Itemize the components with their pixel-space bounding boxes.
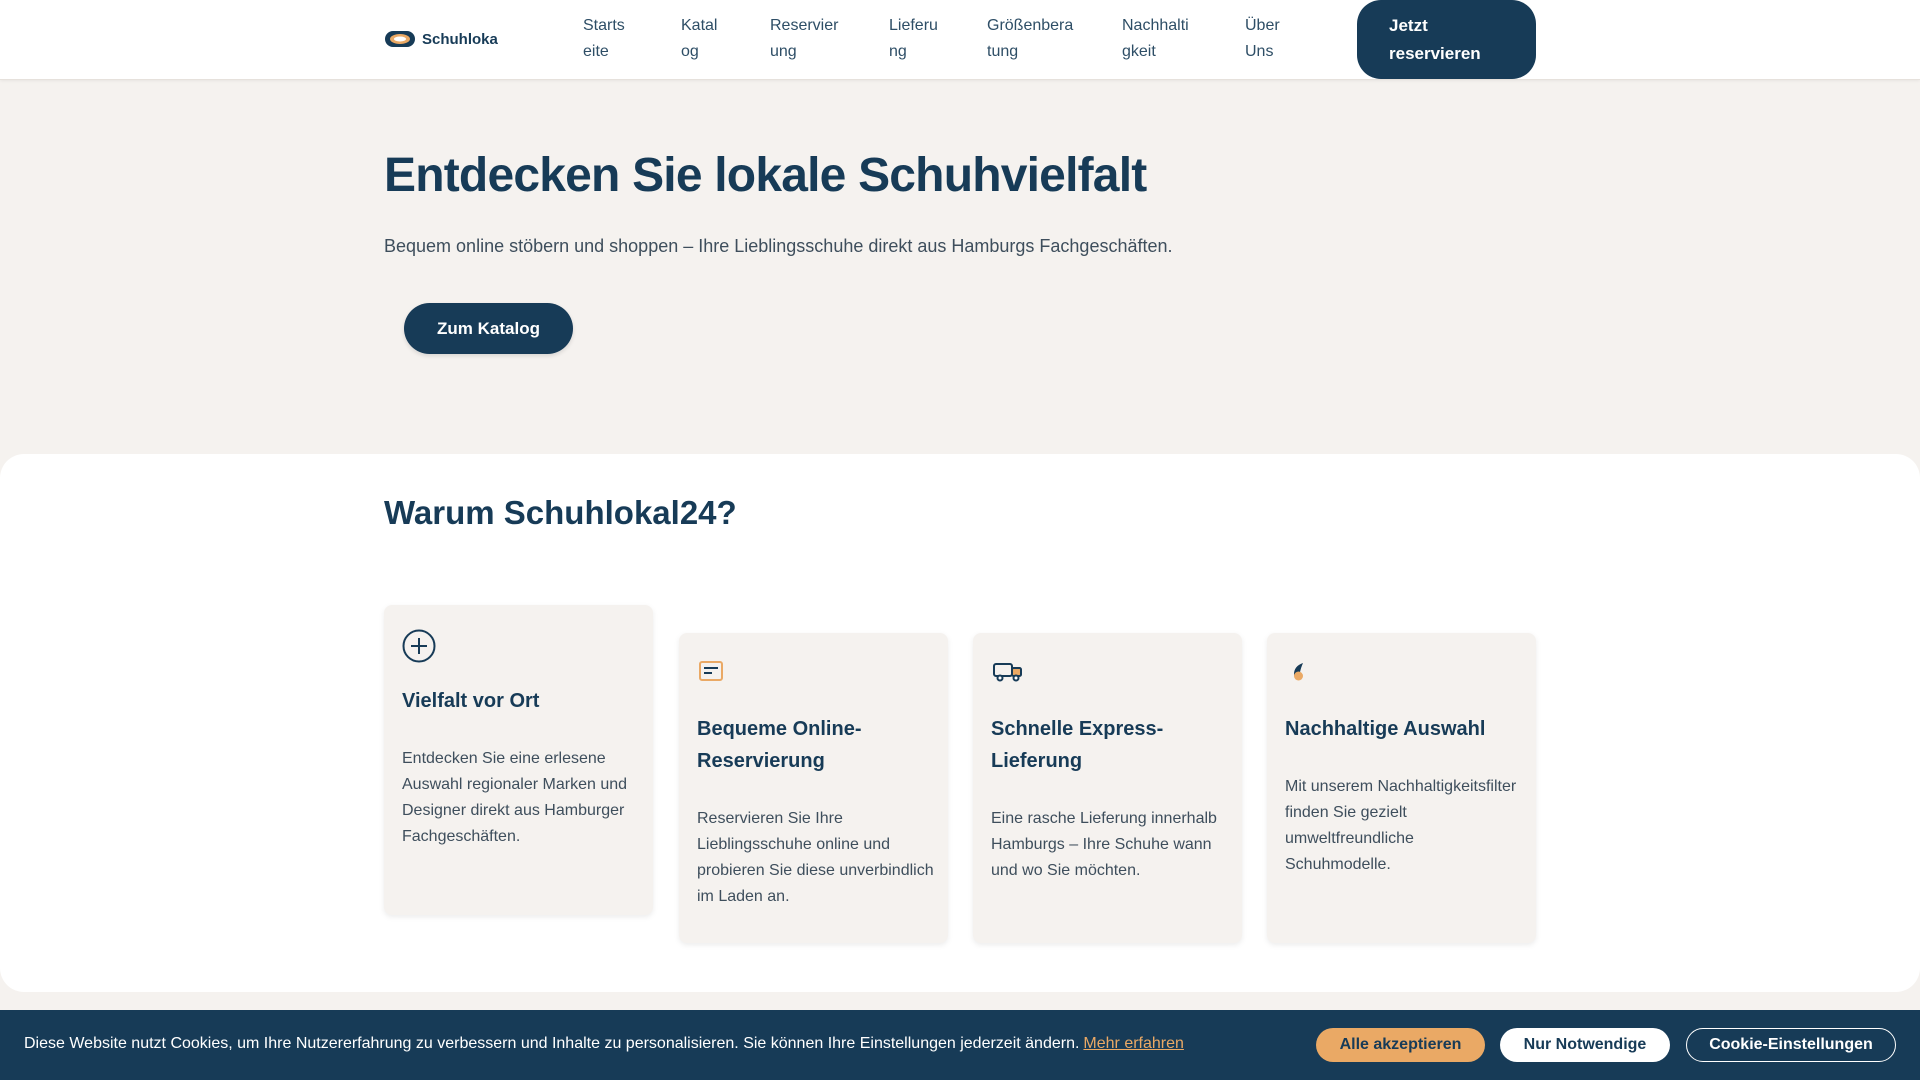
nav-item-nachhaltigkeit[interactable]: Nachhalti gkeit [1122,13,1189,65]
delivery-truck-icon [991,657,1025,685]
shoe-logo-icon [385,31,415,47]
catalog-button[interactable]: Zum Katalog [404,303,573,354]
hero-title: Entdecken Sie lokale Schuhvielfalt [384,149,1147,202]
nav-item-lieferung[interactable]: Lieferu ng [889,13,938,65]
feature-card-reservierung: Bequeme Online-Reservierung Reservieren … [679,633,948,943]
feature-card-title: Vielfalt vor Ort [402,690,540,712]
necessary-cookies-button[interactable]: Nur Notwendige [1500,1028,1670,1062]
plus-circle-icon [402,629,436,663]
reserve-now-button[interactable]: Jetzt reservieren [1357,0,1536,79]
feature-card-title: Schnelle Express-Lieferung [991,718,1164,772]
nav-item-startseite[interactable]: Starts eite [583,13,625,65]
feature-card-nachhaltig: Nachhaltige Auswahl Mit unserem Nachhalt… [1267,633,1536,943]
features-section: Warum Schuhlokal24? Vielfalt vor Ort Ent… [0,454,1920,992]
feature-card-text: Mit unserem Nachhaltigkeitsfilter finden… [1285,778,1517,873]
accept-all-cookies-button[interactable]: Alle akzeptieren [1316,1028,1485,1062]
feature-card-title: Bequeme Online-Reservierung [697,718,862,772]
nav-item-reservierung[interactable]: Reservier ung [770,13,838,65]
feature-card-text: Eine rasche Lieferung innerhalb Hamburgs… [991,810,1217,879]
feature-card-text: Reservieren Sie Ihre Lieblingsschuhe onl… [697,810,934,905]
feature-card-vielfalt: Vielfalt vor Ort Entdecken Sie eine erle… [384,605,653,915]
feature-card-title: Nachhaltige Auswahl [1285,718,1486,740]
feature-card-lieferung: Schnelle Express-Lieferung Eine rasche L… [973,633,1242,943]
nav-item-groessenberatung[interactable]: Größenbera tung [987,13,1073,65]
leaf-icon [1285,657,1313,685]
reservation-card-icon [697,657,725,685]
nav-item-ueber-uns[interactable]: Über Uns [1245,13,1280,65]
cookie-learn-more-link[interactable]: Mehr erfahren [1083,1035,1184,1052]
cookie-text: Diese Website nutzt Cookies, um Ihre Nut… [24,1035,1184,1052]
feature-card-text: Entdecken Sie eine erlesene Auswahl regi… [402,750,628,845]
brand[interactable]: Schuhloka [384,29,498,49]
cookie-settings-button[interactable]: Cookie-Einstellungen [1686,1028,1896,1062]
cookie-banner: Diese Website nutzt Cookies, um Ihre Nut… [0,1010,1920,1080]
brand-name: Schuhloka [422,30,498,48]
hero-subtitle: Bequem online stöbern und shoppen – Ihre… [384,236,1173,256]
features-title: Warum Schuhlokal24? [384,494,737,531]
nav-item-katalog[interactable]: Katal og [681,13,717,65]
site-header: Schuhloka Starts eite Katal og Reservier… [0,0,1920,80]
